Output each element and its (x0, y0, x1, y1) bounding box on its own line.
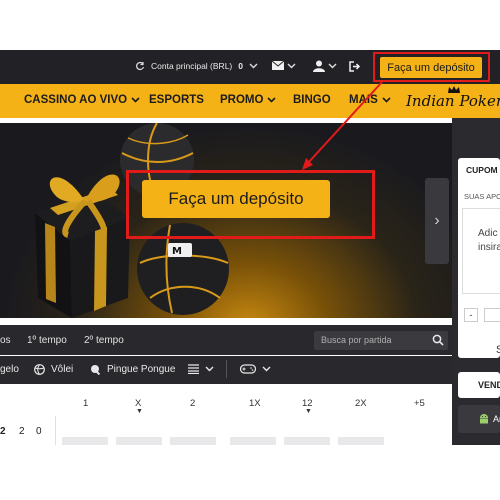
more-menu[interactable]: ⋮ (496, 59, 500, 70)
score-value: 2 (19, 426, 25, 437)
odd-button[interactable] (116, 437, 162, 445)
bottom-margin (0, 445, 500, 500)
svg-text:M: M (172, 246, 182, 257)
nav-label: BINGO (293, 94, 331, 106)
period-tab-second-half[interactable]: 2º tempo (84, 335, 124, 346)
nav-item-bingo[interactable]: BINGO (293, 94, 331, 106)
nav-item-promo[interactable]: PROMO (220, 94, 277, 106)
refresh-icon[interactable] (135, 61, 145, 71)
account-selector[interactable]: Conta principal (BRL) 0 (135, 61, 258, 71)
divider (55, 416, 56, 445)
gamepad-icon (240, 364, 256, 374)
chevron-down-icon (205, 366, 214, 372)
search-icon[interactable] (432, 334, 444, 346)
search-placeholder: Busca por partida (321, 335, 392, 345)
brand-logo[interactable]: Indian Poker (406, 92, 500, 110)
logout-button[interactable] (349, 61, 361, 72)
period-tab-first-half[interactable]: 1º tempo (27, 335, 67, 346)
sell-label: VEND (478, 380, 500, 390)
android-icon (480, 414, 488, 424)
chevron-down-icon[interactable]: ▼ (136, 408, 143, 415)
period-tab-all[interactable]: os (0, 335, 11, 346)
chevron-down-icon (131, 97, 140, 103)
match-search-input[interactable]: Busca por partida (314, 331, 448, 350)
android-label: Ar (493, 414, 500, 424)
nav-item-mais[interactable]: MAIS (349, 94, 391, 106)
bet-slip-submit-label[interactable]: S (496, 344, 500, 356)
bet-slip-text: insira (478, 242, 500, 253)
chevron-down-icon (267, 97, 277, 103)
nav-label: PROMO (220, 94, 264, 106)
odds-col-2: 2 (190, 398, 196, 409)
odd-button[interactable] (170, 437, 216, 445)
sport-item-pingue-pongue[interactable]: Pingue Pongue (90, 364, 175, 375)
account-label: Conta principal (BRL) (151, 61, 233, 71)
annotation-highlight-header (373, 52, 490, 82)
odd-button[interactable] (284, 437, 330, 445)
sport-label: Pingue Pongue (107, 364, 176, 375)
android-app-card[interactable]: Ar (458, 405, 500, 433)
list-icon (188, 364, 199, 374)
stake-input[interactable] (484, 308, 500, 322)
bet-slip-subtitle: SUAS APO (464, 192, 500, 201)
chevron-down-icon (262, 366, 271, 372)
odds-header (0, 390, 452, 416)
score-value: 0 (36, 426, 42, 437)
sell-card[interactable]: VEND (458, 372, 500, 398)
account-balance: 0 (238, 61, 243, 71)
annotation-highlight-banner (126, 170, 375, 239)
sport-label: gelo (0, 364, 19, 375)
table-tennis-icon (91, 365, 101, 375)
odd-button[interactable] (62, 437, 108, 445)
esports-menu[interactable] (240, 364, 271, 374)
top-margin (0, 0, 500, 50)
sport-list-menu[interactable] (188, 364, 214, 374)
odds-col-1x: 1X (249, 398, 261, 409)
chevron-down-icon (382, 97, 391, 103)
messages-menu[interactable] (272, 61, 296, 70)
mail-icon (272, 61, 284, 70)
odds-col-more[interactable]: +5 (414, 398, 425, 409)
bet-slip-title: CUPOM (466, 165, 498, 175)
odds-col-2x: 2X (355, 398, 367, 409)
nav-label: MAIS (349, 94, 378, 106)
volleyball-icon (34, 364, 45, 375)
user-icon (313, 60, 325, 72)
stake-minus-button[interactable]: - (464, 308, 478, 322)
bet-slip-text: Adic (478, 228, 498, 239)
chevron-down-icon (287, 63, 296, 68)
sport-item-volei[interactable]: Vôlei (34, 364, 73, 375)
logout-icon (349, 61, 361, 72)
main-nav: CASSINO AO VIVO ESPORTS PROMO BINGO MAIS… (0, 84, 500, 118)
banner-next-button[interactable]: › (425, 178, 449, 264)
nav-item-esports[interactable]: ESPORTS (149, 94, 204, 106)
odds-col-1: 1 (83, 398, 89, 409)
nav-label: CASSINO AO VIVO (24, 94, 128, 106)
chevron-down-icon[interactable]: ▼ (305, 408, 312, 415)
nav-item-cassino-ao-vivo[interactable]: CASSINO AO VIVO (24, 94, 140, 106)
nav-label: ESPORTS (149, 94, 204, 106)
bet-slip-card: CUPOM SUAS APO Adic insira - S (458, 158, 500, 358)
chevron-down-icon (328, 63, 337, 69)
user-menu[interactable] (313, 60, 337, 72)
chevron-right-icon: › (434, 212, 440, 229)
odd-button[interactable] (338, 437, 384, 445)
chevron-down-icon (249, 63, 258, 69)
divider (226, 360, 227, 378)
sport-item-hockey[interactable]: gelo (0, 364, 19, 375)
sport-label: Vôlei (51, 364, 74, 375)
odd-button[interactable] (230, 437, 276, 445)
score-value: 2 (0, 426, 6, 437)
